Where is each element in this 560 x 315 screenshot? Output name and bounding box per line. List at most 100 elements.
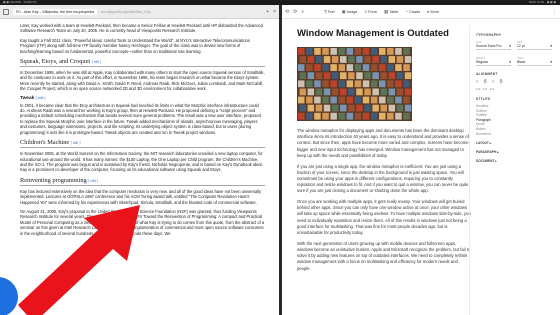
facade-window: [307, 104, 315, 112]
align-left-icon[interactable]: ≡: [476, 79, 478, 84]
tool-text[interactable]: ¶ Text: [324, 9, 334, 15]
facade-window: [356, 56, 363, 63]
facade-window: [379, 96, 386, 104]
facade-window: [387, 96, 394, 104]
weight-value: Regular: [476, 60, 488, 64]
facade-window: [348, 104, 355, 112]
chevron-down-icon: ▾: [550, 44, 552, 48]
style-option[interactable]: Numbered: [476, 132, 552, 137]
facade-window: [322, 96, 329, 104]
facade-window: [354, 64, 362, 71]
facade-window: [340, 88, 347, 96]
facade-window: [387, 80, 394, 88]
facade-window: [403, 80, 410, 88]
facade-window: [315, 88, 323, 96]
facade-window: [372, 56, 379, 63]
system-bar-left: ◼ ◼ GNOME · FIREFOX: [3, 0, 37, 4]
align-center-icon[interactable]: ≣: [483, 79, 487, 84]
align-right-icon[interactable]: ≡: [492, 79, 494, 84]
facade-window: [404, 88, 412, 96]
facade-window: [298, 112, 305, 120]
form-icon: ≡: [364, 9, 368, 14]
redo-icon[interactable]: ⟳: [293, 9, 297, 15]
facade-window: [338, 96, 345, 104]
document-title[interactable]: Window Management is Outdated: [297, 28, 472, 39]
editor-window: ⟲ ⟳ ⌕ ¶ Text ▣ Image ≡ Form ▦ Table ◔ Charts ▸ More…: [282, 5, 560, 315]
facade-window: [348, 88, 355, 96]
alignment-heading: ALIGNMENT: [476, 72, 498, 76]
facade-window: [395, 48, 402, 55]
facade-window: [306, 80, 313, 88]
facade-window: [331, 72, 339, 80]
font-field[interactable]: Font Source Sans Pro ▾: [476, 40, 511, 50]
document-paragraph[interactable]: With the next generation of users growin…: [297, 241, 472, 272]
more-icon: ▸: [427, 8, 430, 14]
facade-window: [323, 56, 331, 63]
document-paragraph[interactable]: Once you are working with multiple apps,…: [297, 199, 472, 236]
styles-heading: STYLES: [476, 97, 491, 101]
facade-window: [299, 56, 306, 63]
facade-window: [380, 72, 387, 80]
arrow-shape: [18, 205, 140, 315]
weight-field[interactable]: Weight Regular ▾: [476, 56, 511, 66]
facade-window: [403, 48, 410, 55]
tool-label: Text: [327, 9, 335, 14]
chevron-down-icon: ▾: [509, 44, 511, 48]
facade-window: [306, 64, 313, 71]
tool-image[interactable]: ▣ Image: [342, 9, 358, 15]
facade-window: [387, 112, 394, 120]
facade-window: [346, 80, 354, 88]
facade-window: [314, 112, 321, 120]
collapsible-section[interactable]: PARAGRAPH ▸: [476, 150, 552, 154]
facade-window: [306, 48, 313, 55]
align-justify-icon[interactable]: ≣: [499, 79, 503, 84]
facade-window: [338, 112, 345, 120]
undo-icon[interactable]: ⟲: [285, 9, 289, 15]
size-field[interactable]: Size 12 pt ▾: [517, 40, 552, 50]
collapsible-section[interactable]: LAYOUT ▸: [476, 141, 552, 145]
tool-form[interactable]: ≡ Form: [364, 9, 377, 15]
facade-window: [379, 48, 386, 55]
facade-window: [380, 88, 387, 96]
collapsible-section[interactable]: DOCUMENT ▸: [476, 159, 552, 163]
search-icon[interactable]: ⌕: [301, 9, 304, 15]
document-paragraph[interactable]: The window metaphor for displaying apps …: [297, 128, 472, 159]
facade-window: [346, 96, 354, 104]
color-value: Black: [517, 60, 526, 64]
tool-table[interactable]: ▦ Table: [384, 9, 398, 15]
facade-window: [404, 104, 412, 112]
typography-heading: TYPOGRAPHY: [476, 33, 502, 37]
facade-window: [298, 48, 305, 55]
facade-window: [315, 104, 323, 112]
facade-window: [379, 112, 386, 120]
facade-window: [346, 112, 354, 120]
facade-window: [331, 56, 339, 63]
hero-image[interactable]: [297, 47, 412, 121]
facade-window: [388, 56, 396, 63]
facade-window: [379, 80, 386, 88]
size-value: 12 pt: [517, 44, 525, 48]
document-paragraph[interactable]: If you are just using a single app, the …: [297, 164, 472, 195]
facade-window: [338, 48, 345, 55]
facade-window: [364, 88, 371, 96]
facade-window: [348, 72, 355, 80]
charts-icon: ◔: [405, 9, 408, 14]
facade-window: [306, 96, 313, 104]
tool-charts[interactable]: ◔ Charts: [405, 9, 420, 15]
facade-window: [338, 80, 345, 88]
facade-window: [396, 104, 404, 112]
tool-label: Form: [368, 9, 377, 14]
document-body[interactable]: Window Management is Outdated The window…: [297, 25, 472, 276]
facade-window: [314, 48, 321, 55]
facade-window: [330, 112, 337, 120]
facade-window: [331, 88, 339, 96]
building-facade-image: [297, 47, 412, 121]
facade-window: [370, 96, 378, 104]
color-field[interactable]: Color Black ▾: [517, 56, 552, 66]
tool-label: More: [430, 9, 440, 14]
facade-window: [395, 64, 402, 71]
facade-window: [298, 80, 305, 88]
tool-more[interactable]: ▸ More: [427, 9, 439, 15]
line-spacing[interactable]: 1.0 · 1.5 · 2.0: [476, 87, 552, 91]
more-options-icon[interactable]: ⋮: [552, 9, 557, 15]
